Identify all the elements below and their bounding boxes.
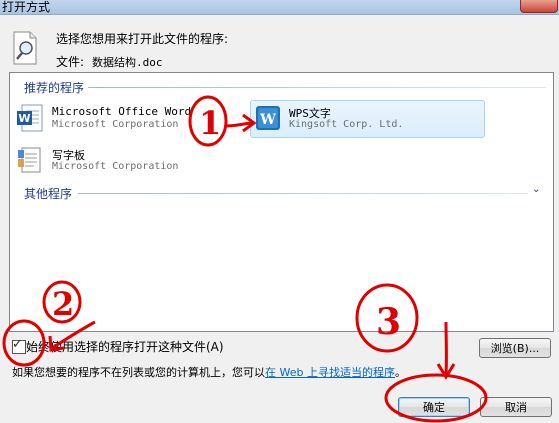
svg-text:W: W: [259, 112, 276, 128]
browse-button[interactable]: 浏览(B)...: [479, 338, 551, 358]
prompt-text: 选择您想用来打开此文件的程序:: [56, 32, 229, 46]
always-use-checkbox[interactable]: [12, 340, 26, 354]
info-prefix: 如果您想要的程序不在列表或您的计算机上，您可以: [12, 366, 265, 379]
section-other[interactable]: 其他程序: [24, 185, 72, 202]
file-label: 文件:: [56, 55, 85, 69]
always-use-label: 始终使用选择的程序打开这种文件(A): [26, 340, 224, 354]
web-search-link[interactable]: 在 Web 上寻找适当的程序: [265, 366, 395, 379]
info-suffix: 。: [394, 366, 406, 379]
arrow-head-icon: [436, 363, 456, 380]
program-publisher: Kingsoft Corp. Ltd.: [289, 119, 404, 130]
cancel-button[interactable]: 取消: [480, 397, 552, 417]
program-name: Microsoft Office Word: [52, 105, 192, 118]
magnifier-document-icon: [13, 31, 37, 65]
window-title: 打开方式: [2, 0, 51, 14]
wps-icon: W: [256, 106, 280, 130]
section-divider: [78, 193, 528, 194]
program-item-wps[interactable]: W WPS文字 Kingsoft Corp. Ltd.: [250, 100, 485, 138]
chevron-down-icon[interactable]: ⌄: [532, 184, 540, 195]
program-publisher: Microsoft Corporation: [52, 161, 179, 172]
wordpad-icon: [18, 147, 41, 173]
word-icon: W: [17, 104, 43, 132]
program-item-word[interactable]: W Microsoft Office Word Microsoft Corpor…: [14, 101, 244, 137]
section-recommended: 推荐的程序: [24, 81, 85, 95]
program-publisher: Microsoft Corporation: [52, 119, 179, 130]
program-item-wordpad[interactable]: 写字板 Microsoft Corporation: [14, 143, 244, 179]
close-button[interactable]: [520, 0, 558, 13]
title-bar: 打开方式: [0, 0, 559, 15]
program-list[interactable]: 推荐的程序 W Microsoft Office Word Microsoft …: [9, 72, 554, 332]
svg-text:W: W: [18, 112, 30, 125]
section-divider: [88, 87, 546, 88]
info-text: 如果您想要的程序不在列表或您的计算机上，您可以在 Web 上寻找适当的程序。: [12, 364, 406, 380]
ok-button[interactable]: 确定: [398, 397, 470, 417]
file-name: 数据结构.doc: [92, 56, 163, 69]
